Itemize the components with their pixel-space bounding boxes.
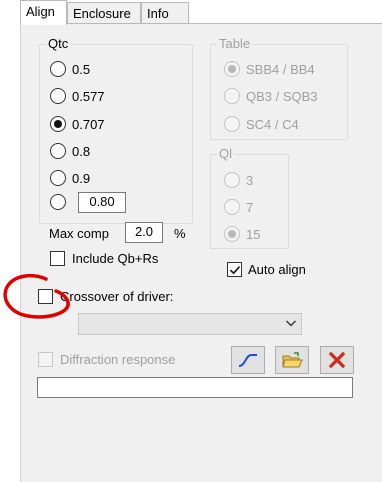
max-comp-unit: % (174, 226, 186, 241)
table-option-sbb4[interactable]: SBB4 / BB4 (224, 59, 315, 79)
tab-info[interactable]: Info (141, 2, 189, 24)
ql-radio[interactable] (224, 172, 240, 188)
delete-button[interactable] (320, 346, 354, 374)
qtc-option-0.707[interactable]: 0.707 (50, 114, 105, 134)
tab-align[interactable]: Align (20, 0, 67, 25)
table-radio[interactable] (224, 116, 240, 132)
ql-radio-selected[interactable] (224, 226, 240, 242)
tab-enclosure[interactable]: Enclosure (67, 2, 141, 24)
table-option-qb3[interactable]: QB3 / SQB3 (224, 86, 318, 106)
qtc-radio[interactable] (50, 143, 66, 159)
auto-align-label: Auto align (248, 262, 306, 277)
ql-option-label: 7 (246, 199, 254, 215)
curve-icon (238, 354, 257, 367)
table-radio-selected[interactable] (224, 61, 240, 77)
qtc-option-0.8[interactable]: 0.8 (50, 141, 90, 161)
ql-group-title: Ql (217, 146, 234, 162)
auto-align-checkbox[interactable] (227, 262, 242, 277)
qtc-radio-selected[interactable] (50, 116, 66, 132)
diffraction-file-input[interactable] (37, 377, 353, 398)
response-curve-button[interactable] (231, 346, 265, 374)
qtc-option-label: 0.9 (72, 170, 91, 186)
qtc-radio[interactable] (50, 61, 66, 77)
ql-option-15[interactable]: 15 (224, 224, 260, 244)
table-option-sc4[interactable]: SC4 / C4 (224, 114, 299, 134)
qtc-radio[interactable] (50, 170, 66, 186)
table-option-label: SBB4 / BB4 (246, 61, 315, 77)
qtc-custom-input[interactable]: 0.80 (78, 192, 126, 213)
include-qb-rs-checkbox[interactable] (50, 251, 65, 266)
ql-radio[interactable] (224, 199, 240, 215)
qtc-option-label: 0.577 (72, 88, 105, 104)
qtc-option-0.9[interactable]: 0.9 (50, 168, 90, 188)
ql-option-label: 3 (246, 172, 254, 188)
qtc-radio[interactable] (50, 194, 66, 210)
checkmark-icon (229, 265, 240, 274)
ql-option-7[interactable]: 7 (224, 197, 253, 217)
table-option-label: SC4 / C4 (246, 116, 299, 132)
qtc-option-custom[interactable] (50, 192, 66, 212)
include-qb-rs-label: Include Qb+Rs (72, 251, 159, 266)
table-option-label: QB3 / SQB3 (246, 88, 318, 104)
tab-bar: Align Enclosure Info (20, 0, 382, 25)
chevron-down-icon (285, 316, 297, 333)
crossover-combo[interactable] (78, 313, 302, 335)
delete-x-icon (329, 352, 345, 368)
qtc-radio[interactable] (50, 88, 66, 104)
qtc-group-title: Qtc (46, 36, 71, 52)
open-file-button[interactable] (275, 346, 309, 374)
max-comp-input[interactable]: 2.0 (125, 222, 163, 243)
diffraction-label: Diffraction response (60, 352, 176, 367)
qtc-option-label: 0.8 (72, 143, 91, 159)
qtc-option-0.5[interactable]: 0.5 (50, 59, 90, 79)
qtc-option-0.577[interactable]: 0.577 (50, 86, 105, 106)
qtc-option-label: 0.707 (72, 116, 105, 132)
ql-option-3[interactable]: 3 (224, 170, 253, 190)
table-group-title: Table (217, 36, 253, 52)
ql-option-label: 15 (246, 226, 261, 242)
folder-open-icon (282, 352, 303, 368)
table-radio[interactable] (224, 88, 240, 104)
qtc-option-label: 0.5 (72, 61, 91, 77)
diffraction-checkbox[interactable] (38, 352, 53, 367)
align-panel: Qtc 0.5 0.577 0.707 0.8 0.9 0.80 Max com… (3, 24, 382, 482)
max-comp-label: Max comp (49, 226, 109, 241)
annotation-circle-icon (3, 273, 70, 319)
